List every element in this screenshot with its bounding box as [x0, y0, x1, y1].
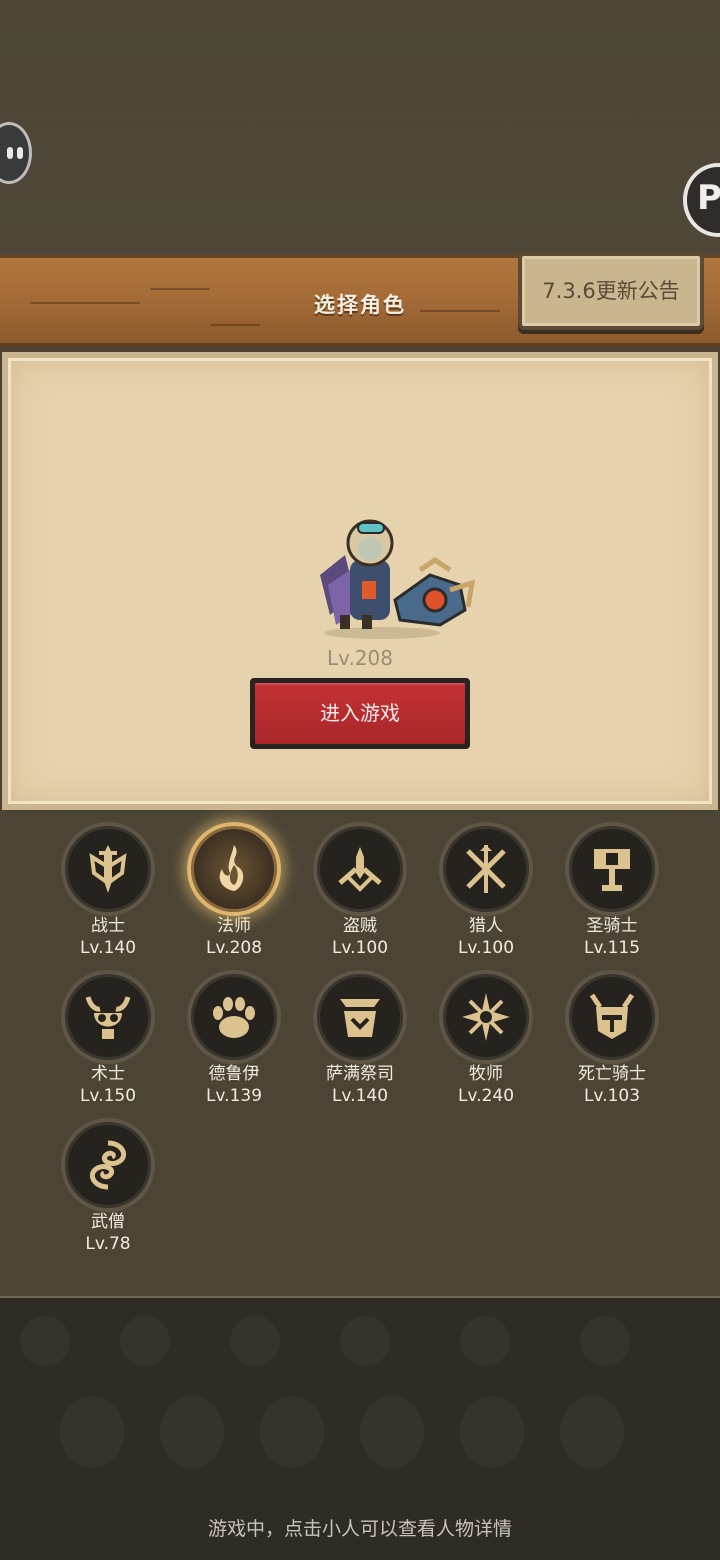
- class-name: 法师: [217, 916, 251, 936]
- swirl-icon: [61, 1118, 155, 1212]
- class-warlock[interactable]: 术士 Lv.150: [45, 970, 171, 1107]
- flame-icon: [187, 822, 281, 916]
- character-level: Lv.208: [327, 646, 393, 670]
- class-rogue[interactable]: 盗贼 Lv.100: [297, 822, 423, 959]
- class-name: 猎人: [469, 916, 503, 936]
- class-druid[interactable]: 德鲁伊 Lv.139: [171, 970, 297, 1107]
- class-name: 武僧: [91, 1212, 125, 1232]
- class-name: 圣骑士: [586, 916, 638, 936]
- hammer-icon: [565, 822, 659, 916]
- update-notice-button[interactable]: 7.3.6更新公告: [518, 252, 704, 330]
- class-hunter[interactable]: 猎人 Lv.100: [423, 822, 549, 959]
- class-level: Lv.140: [79, 938, 137, 958]
- class-level: Lv.115: [583, 938, 641, 958]
- class-monk[interactable]: 武僧 Lv.78: [45, 1118, 171, 1255]
- paw-icon: [187, 970, 281, 1064]
- class-name: 死亡骑士: [578, 1064, 646, 1084]
- class-level: Lv.100: [331, 938, 389, 958]
- class-mage[interactable]: 法师 Lv.208: [171, 822, 297, 959]
- class-level: Lv.208: [205, 938, 263, 958]
- class-level: Lv.103: [583, 1086, 641, 1106]
- eye-icon: [7, 147, 13, 159]
- class-paladin[interactable]: 圣骑士 Lv.115: [549, 822, 675, 959]
- crossed-daggers-icon: [313, 822, 407, 916]
- class-name: 牧师: [469, 1064, 503, 1084]
- helmet-icon: [565, 970, 659, 1064]
- eye-icon: [17, 147, 23, 159]
- class-name: 术士: [91, 1064, 125, 1084]
- class-priest[interactable]: 牧师 Lv.240: [423, 970, 549, 1107]
- character-avatar[interactable]: [300, 515, 480, 640]
- class-level: Lv.139: [205, 1086, 263, 1106]
- class-level: Lv.78: [85, 1234, 131, 1254]
- enter-game-button[interactable]: 进入游戏: [250, 678, 470, 749]
- star-burst-icon: [439, 970, 533, 1064]
- top-background: [0, 0, 720, 255]
- class-level: Lv.240: [457, 1086, 515, 1106]
- class-warrior[interactable]: 战士 Lv.140: [45, 822, 171, 959]
- totem-icon: [313, 970, 407, 1064]
- hint-text: 游戏中，点击小人可以查看人物详情: [207, 1518, 512, 1540]
- enter-game-label: 进入游戏: [255, 683, 465, 744]
- class-death-knight[interactable]: 死亡骑士 Lv.103: [549, 970, 675, 1107]
- class-name: 盗贼: [343, 916, 377, 936]
- class-name: 德鲁伊: [208, 1064, 260, 1084]
- class-name: 战士: [91, 916, 125, 936]
- crossed-arrows-icon: [439, 822, 533, 916]
- class-level: Lv.140: [331, 1086, 389, 1106]
- class-name: 萨满祭司: [326, 1064, 394, 1084]
- class-level: Lv.100: [457, 938, 515, 958]
- horned-skull-icon: [61, 970, 155, 1064]
- class-level: Lv.150: [79, 1086, 137, 1106]
- class-shaman[interactable]: 萨满祭司 Lv.140: [297, 970, 423, 1107]
- sword-shield-icon: [61, 822, 155, 916]
